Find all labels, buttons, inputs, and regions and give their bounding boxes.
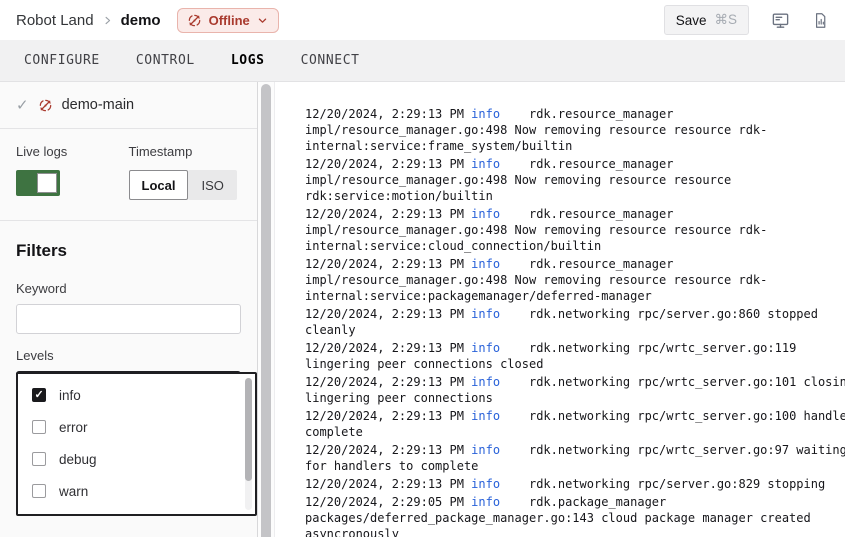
- log-entry: 12/20/2024, 2:29:13 PM info rdk.networki…: [305, 340, 845, 372]
- timestamp-control: Timestamp Local ISO: [129, 144, 242, 200]
- log-timestamp: 12/20/2024, 2:29:13 PM: [305, 375, 471, 389]
- file-chart-icon: [812, 12, 829, 29]
- part-name: demo-main: [62, 97, 135, 113]
- log-list: 12/20/2024, 2:29:13 PM info rdk.resource…: [305, 106, 845, 537]
- log-level[interactable]: info: [471, 495, 500, 509]
- keyword-input[interactable]: [16, 304, 241, 334]
- log-entry: 12/20/2024, 2:29:13 PM info rdk.networki…: [305, 306, 845, 338]
- log-level[interactable]: info: [471, 107, 500, 121]
- log-level[interactable]: info: [471, 207, 500, 221]
- log-timestamp: 12/20/2024, 2:29:13 PM: [305, 477, 471, 491]
- log-timestamp: 12/20/2024, 2:29:13 PM: [305, 157, 471, 171]
- log-entry: 12/20/2024, 2:29:13 PM info rdk.networki…: [305, 442, 845, 474]
- machine-status-badge[interactable]: Offline: [177, 8, 279, 33]
- log-timestamp: 12/20/2024, 2:29:13 PM: [305, 107, 471, 121]
- log-entry: 12/20/2024, 2:29:13 PM info rdk.networki…: [305, 374, 845, 406]
- log-timestamp: 12/20/2024, 2:29:13 PM: [305, 307, 471, 321]
- level-option-warn[interactable]: warn: [18, 475, 255, 507]
- log-message: rdk.networking rpc/server.go:829 stoppin…: [500, 477, 825, 491]
- check-icon: ✓: [16, 96, 29, 114]
- checkbox-icon[interactable]: [32, 420, 46, 434]
- log-timestamp: 12/20/2024, 2:29:13 PM: [305, 207, 471, 221]
- chevron-right-icon: [102, 15, 113, 26]
- offline-icon: [187, 13, 202, 28]
- levels-label: Levels: [16, 348, 241, 363]
- chevron-down-icon: [257, 15, 268, 26]
- breadcrumb: Robot Land demo: [16, 12, 161, 29]
- live-logs-toggle[interactable]: [16, 170, 60, 196]
- dropdown-scrollbar[interactable]: [245, 378, 252, 510]
- log-entry: 12/20/2024, 2:29:13 PM info rdk.resource…: [305, 206, 845, 254]
- log-entry: 12/20/2024, 2:29:13 PM info rdk.resource…: [305, 156, 845, 204]
- level-option-error[interactable]: error: [18, 411, 255, 443]
- log-timestamp: 12/20/2024, 2:29:13 PM: [305, 409, 471, 423]
- log-entry: 12/20/2024, 2:29:13 PM info rdk.networki…: [305, 476, 845, 492]
- toggle-knob: [37, 173, 57, 193]
- live-logs-label: Live logs: [16, 144, 129, 159]
- level-option-debug[interactable]: debug: [18, 443, 255, 475]
- content-area: ✓ demo-main Live logs: [0, 82, 845, 537]
- log-level[interactable]: info: [471, 375, 500, 389]
- breadcrumb-org[interactable]: Robot Land: [16, 12, 94, 29]
- report-button[interactable]: [812, 12, 829, 29]
- log-level[interactable]: info: [471, 341, 500, 355]
- timestamp-segmented: Local ISO: [129, 170, 242, 200]
- log-timestamp: 12/20/2024, 2:29:05 PM: [305, 495, 471, 509]
- top-bar: Robot Land demo Offline Save ⌘S: [0, 0, 845, 40]
- log-level[interactable]: info: [471, 307, 500, 321]
- timestamp-label: Timestamp: [129, 144, 242, 159]
- log-entry: 12/20/2024, 2:29:13 PM info rdk.resource…: [305, 256, 845, 304]
- save-button[interactable]: Save ⌘S: [664, 5, 749, 35]
- timestamp-local-button[interactable]: Local: [129, 170, 189, 200]
- log-level[interactable]: info: [471, 443, 500, 457]
- level-option-info[interactable]: info: [18, 379, 255, 411]
- tab-bar: CONFIGURE CONTROL LOGS CONNECT: [0, 40, 845, 82]
- save-shortcut: ⌘S: [714, 12, 737, 28]
- breadcrumb-machine: demo: [121, 12, 161, 29]
- dropdown-scrollbar-thumb[interactable]: [245, 378, 252, 481]
- tab-control[interactable]: CONTROL: [136, 53, 195, 68]
- checkbox-icon[interactable]: [32, 452, 46, 466]
- levels-option-list: info error debug warn: [18, 379, 255, 507]
- level-option-label: debug: [59, 452, 97, 467]
- log-level[interactable]: info: [471, 477, 500, 491]
- level-option-label: error: [59, 420, 88, 435]
- save-button-label: Save: [676, 13, 707, 28]
- log-entry: 12/20/2024, 2:29:13 PM info rdk.resource…: [305, 106, 845, 154]
- status-badge-label: Offline: [209, 13, 250, 28]
- tab-logs[interactable]: LOGS: [231, 53, 265, 68]
- app-root: Robot Land demo Offline Save ⌘S: [0, 0, 845, 537]
- machine-monitor-button[interactable]: [771, 11, 790, 30]
- logs-scrollbar-thumb[interactable]: [261, 84, 271, 537]
- logs-sidebar: ✓ demo-main Live logs: [0, 82, 258, 537]
- live-logs-control: Live logs: [16, 144, 129, 200]
- level-option-partial: [18, 507, 255, 516]
- part-offline-icon: [38, 98, 53, 113]
- timestamp-iso-button[interactable]: ISO: [188, 170, 236, 200]
- checkbox-checked-icon[interactable]: [32, 388, 46, 402]
- part-selector[interactable]: ✓ demo-main: [0, 82, 257, 129]
- level-option-label: info: [59, 388, 81, 403]
- checkbox-icon[interactable]: [32, 484, 46, 498]
- log-timestamp: 12/20/2024, 2:29:13 PM: [305, 257, 471, 271]
- keyword-label: Keyword: [16, 281, 241, 296]
- log-level[interactable]: info: [471, 257, 500, 271]
- level-option-label: warn: [59, 484, 88, 499]
- log-level[interactable]: info: [471, 157, 500, 171]
- logs-scrollbar-track[interactable]: [258, 82, 275, 537]
- log-entry: 12/20/2024, 2:29:13 PM info rdk.networki…: [305, 408, 845, 440]
- log-controls: Live logs Timestamp Local ISO: [0, 129, 257, 221]
- log-level[interactable]: info: [471, 409, 500, 423]
- levels-dropdown: info error debug warn: [16, 372, 257, 516]
- log-entry: 12/20/2024, 2:29:05 PM info rdk.package_…: [305, 494, 845, 537]
- tab-connect[interactable]: CONNECT: [301, 53, 360, 68]
- log-timestamp: 12/20/2024, 2:29:13 PM: [305, 443, 471, 457]
- filters-title: Filters: [16, 241, 241, 261]
- monitor-icon: [771, 11, 790, 30]
- tab-configure[interactable]: CONFIGURE: [24, 53, 100, 68]
- logs-panel: 12/20/2024, 2:29:13 PM info rdk.resource…: [258, 82, 845, 537]
- log-timestamp: 12/20/2024, 2:29:13 PM: [305, 341, 471, 355]
